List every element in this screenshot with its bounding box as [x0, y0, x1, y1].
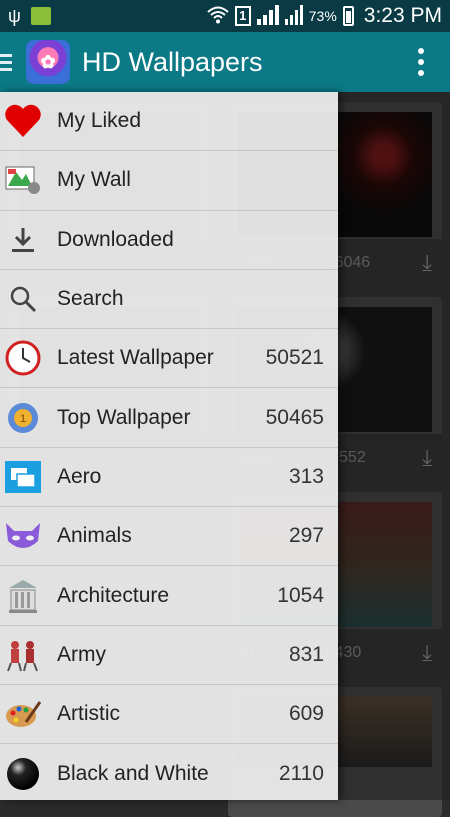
drawer-item-aero[interactable]: Aero 313	[0, 448, 338, 508]
app-logo: ✿	[26, 40, 70, 84]
signal-icon	[256, 4, 279, 28]
navigation-drawer: My Liked My Wall Downloaded Search Lates…	[0, 92, 338, 800]
drawer-item-count: 1054	[277, 583, 324, 607]
drawer-item-animals[interactable]: Animals 297	[0, 507, 338, 567]
drawer-item-count: 2110	[278, 761, 324, 785]
drawer-item-top-wallpaper[interactable]: 1 Top Wallpaper 50465	[0, 388, 338, 448]
usb-icon: ψ	[8, 5, 21, 26]
drawer-item-count: 313	[288, 464, 324, 488]
drawer-item-downloaded[interactable]: Downloaded	[0, 211, 338, 270]
menu-icon[interactable]	[0, 53, 12, 71]
drawer-item-count: 297	[288, 524, 324, 548]
drawer-item-label: Latest Wallpaper	[57, 346, 214, 370]
drawer-item-search[interactable]: Search	[0, 270, 338, 330]
search-icon	[4, 280, 42, 318]
svg-text:1: 1	[20, 413, 26, 425]
drawer-item-architecture[interactable]: Architecture 1054	[0, 566, 338, 626]
overflow-menu-icon[interactable]	[418, 48, 424, 76]
drawer-item-artistic[interactable]: Artistic 609	[0, 685, 338, 745]
drawer-item-label: My Liked	[57, 109, 142, 133]
heart-icon	[4, 102, 42, 140]
drawer-item-count: 50521	[265, 346, 324, 370]
drawer-item-my-wall[interactable]: My Wall	[0, 151, 338, 211]
download-icon	[4, 221, 42, 259]
app-bar: ✿ HD Wallpapers	[0, 32, 450, 92]
drawer-item-label: My Wall	[57, 168, 131, 192]
windows-icon	[4, 458, 42, 496]
drawer-item-army[interactable]: Army 831	[0, 626, 338, 685]
drawer-item-label: Architecture	[57, 583, 170, 607]
black-ball-icon	[4, 755, 42, 793]
signal-2-icon	[284, 4, 303, 28]
drawer-item-label: Artistic	[57, 702, 120, 726]
app-title: HD Wallpapers	[82, 46, 263, 77]
drawer-item-count: 831	[288, 642, 324, 666]
status-bar: ψ 1 73% 3:23 PM	[0, 0, 450, 32]
soldiers-icon	[4, 636, 42, 674]
battery-percent: 73%	[308, 8, 337, 24]
image-notification-icon	[30, 7, 51, 25]
battery-icon	[342, 6, 354, 26]
drawer-item-label: Downloaded	[57, 227, 174, 251]
sim-icon: 1	[234, 6, 251, 26]
clock-icon	[4, 339, 42, 377]
cat-mask-icon	[4, 517, 42, 555]
my-wall-icon	[4, 161, 42, 199]
drawer-item-label: Aero	[57, 464, 102, 488]
drawer-item-my-liked[interactable]: My Liked	[0, 92, 338, 152]
drawer-item-black-and-white[interactable]: Black and White 2110	[0, 744, 338, 803]
drawer-item-label: Army	[57, 642, 106, 666]
palette-icon	[4, 695, 42, 733]
drawer-item-count: 50465	[265, 405, 324, 429]
drawer-item-label: Search	[57, 287, 124, 311]
drawer-item-label: Top Wallpaper	[57, 405, 191, 429]
drawer-item-latest-wallpaper[interactable]: Latest Wallpaper 50521	[0, 329, 338, 389]
drawer-item-label: Animals	[57, 524, 132, 548]
clock-time: 3:23 PM	[363, 4, 442, 27]
wifi-icon	[207, 6, 229, 27]
medal-icon: 1	[4, 399, 42, 437]
building-icon	[4, 577, 42, 615]
drawer-item-label: Black and White	[57, 761, 209, 785]
drawer-item-count: 609	[288, 702, 324, 726]
